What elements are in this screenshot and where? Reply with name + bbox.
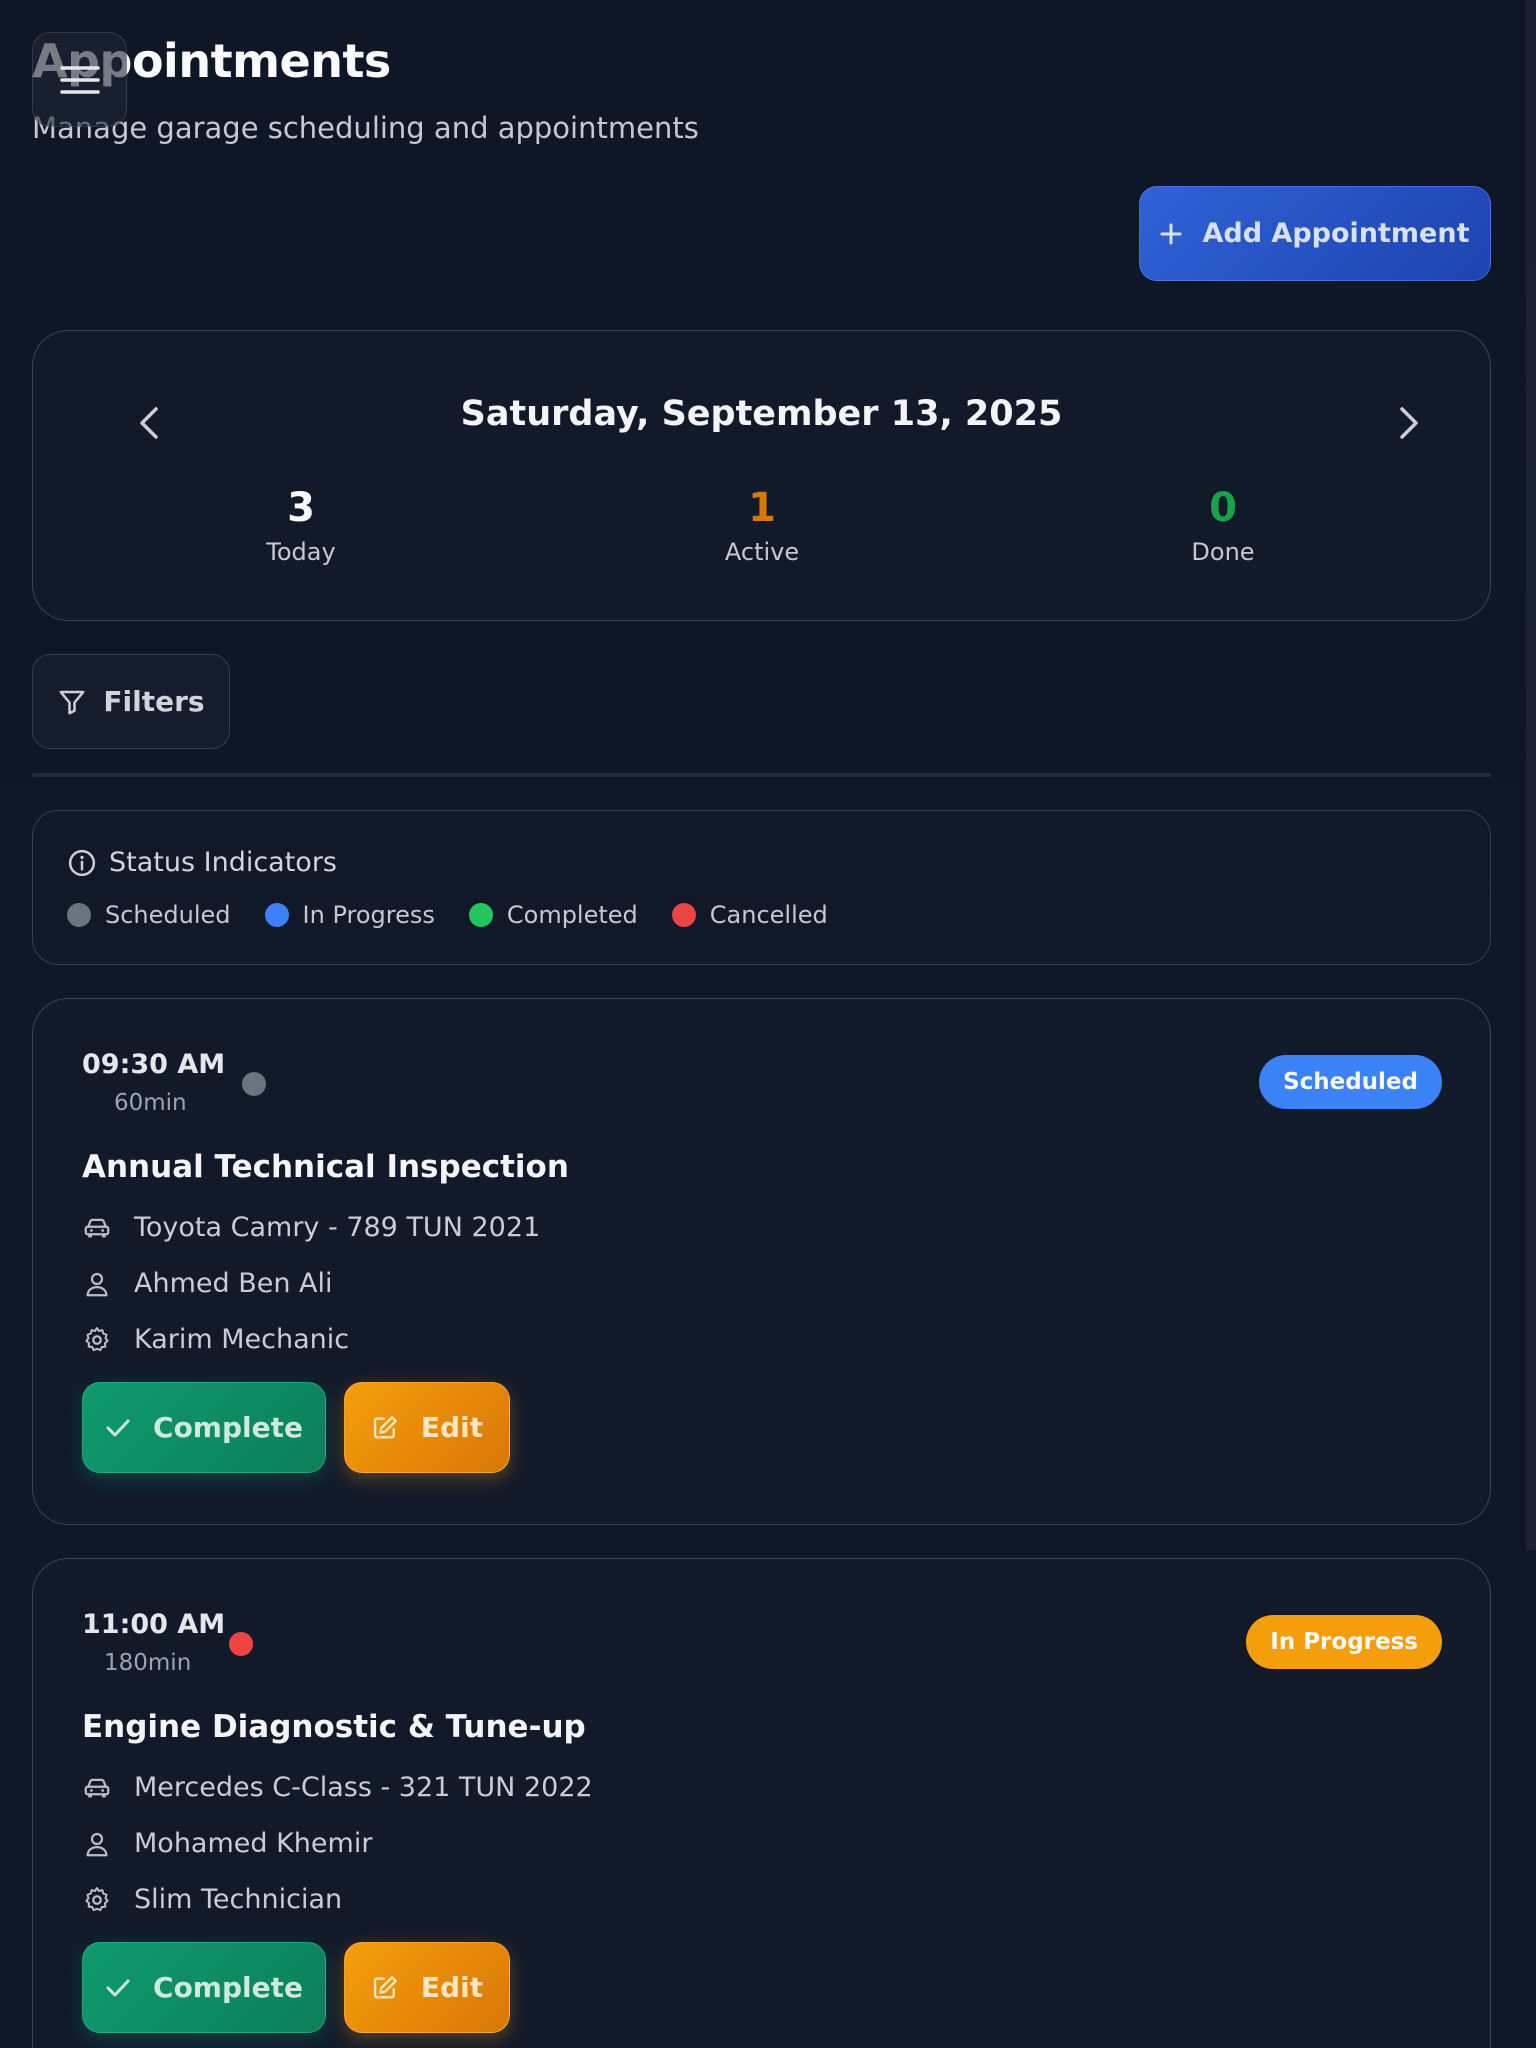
legend-title: Status Indicators [67, 847, 337, 878]
next-day-button[interactable] [1379, 393, 1439, 453]
filter-icon [59, 690, 85, 714]
appointment-time: 11:00 AM [82, 1609, 226, 1640]
edit-label: Edit [420, 1971, 484, 2004]
stat-today-label: Today [266, 538, 336, 566]
user-icon [86, 1272, 108, 1296]
stat-done-value: 0 [1209, 485, 1237, 531]
appointment-duration: 180min [104, 1650, 192, 1676]
legend-item-scheduled: Scheduled [67, 901, 231, 929]
vehicle-row: Mercedes C-Class - 321 TUN 2022 [82, 1772, 593, 1803]
appointments-page: Appointments Manage garage scheduling an… [0, 0, 1536, 2048]
edit-button[interactable]: Edit [344, 1382, 510, 1473]
add-appointment-button[interactable]: Add Appointment [1139, 186, 1491, 281]
status-dot [67, 903, 91, 927]
appointment-card[interactable]: 09:30 AM 60min Scheduled Annual Technica… [32, 998, 1491, 1525]
legend-title-text: Status Indicators [109, 847, 337, 878]
edit-button[interactable]: Edit [344, 1942, 510, 2033]
edit-label: Edit [420, 1411, 484, 1444]
section-divider [32, 773, 1491, 777]
current-date: Saturday, September 13, 2025 [460, 394, 1063, 434]
menu-button[interactable] [32, 32, 127, 127]
page-subtitle: Manage garage scheduling and appointment… [32, 111, 699, 145]
chevron-right-icon [1400, 407, 1418, 439]
legend-item-completed: Completed [468, 901, 638, 929]
mechanic-text: Karim Mechanic [134, 1324, 350, 1355]
stat-active-value: 1 [748, 485, 776, 531]
legend-label: Cancelled [709, 901, 828, 929]
vehicle-text: Mercedes C-Class - 321 TUN 2022 [134, 1772, 593, 1803]
legend-label: Completed [506, 901, 638, 929]
appointment-time: 09:30 AM [82, 1049, 226, 1080]
filters-button[interactable]: Filters [32, 654, 230, 749]
complete-label: Complete [153, 1971, 303, 2004]
car-icon [84, 1218, 110, 1237]
legend-label: Scheduled [105, 901, 231, 929]
status-badge: In Progress [1246, 1615, 1442, 1669]
filters-label: Filters [103, 685, 205, 718]
status-dot [264, 903, 289, 927]
vehicle-row: Toyota Camry - 789 TUN 2021 [82, 1212, 540, 1243]
status-dot [242, 1072, 266, 1096]
customer-row: Ahmed Ben Ali [82, 1268, 333, 1299]
appointment-title: Engine Diagnostic & Tune-up [82, 1709, 586, 1745]
edit-icon [373, 1975, 397, 1998]
status-dot [229, 1632, 253, 1656]
appointment-duration: 60min [114, 1090, 187, 1116]
info-icon [68, 849, 96, 876]
legend-item-cancelled: Cancelled [671, 901, 828, 929]
car-icon [84, 1778, 110, 1797]
stat-done-label: Done [1191, 538, 1255, 566]
edit-icon [373, 1415, 397, 1438]
complete-button[interactable]: Complete [82, 1942, 326, 2033]
mechanic-row: Slim Technician [82, 1884, 342, 1915]
stat-done: 0 Done [1103, 486, 1343, 566]
appointment-card[interactable]: 11:00 AM 180min In Progress Engine Diagn… [32, 1558, 1491, 2048]
legend-item-in-progress: In Progress [264, 901, 435, 929]
stat-today-value: 3 [287, 485, 315, 531]
legend-label: In Progress [302, 901, 435, 929]
gear-icon [85, 1326, 109, 1351]
stat-active-label: Active [724, 538, 800, 566]
hamburger-icon [59, 65, 100, 94]
gear-icon [85, 1886, 109, 1911]
user-icon [86, 1832, 108, 1856]
legend-items: Scheduled In Progress Completed Cancelle… [67, 901, 828, 929]
mechanic-text: Slim Technician [134, 1884, 343, 1915]
customer-row: Mohamed Khemir [82, 1828, 372, 1859]
status-legend: Status Indicators Scheduled In Progress … [32, 810, 1491, 965]
scrollbar[interactable] [1526, 0, 1536, 1550]
complete-label: Complete [153, 1411, 303, 1444]
status-badge: Scheduled [1259, 1055, 1442, 1109]
customer-text: Ahmed Ben Ali [134, 1268, 333, 1299]
date-navigator: Saturday, September 13, 2025 3 Today 1 A… [32, 330, 1491, 621]
customer-text: Mohamed Khemir [134, 1828, 373, 1859]
status-dot [671, 903, 696, 927]
check-icon [106, 1419, 130, 1436]
complete-button[interactable]: Complete [82, 1382, 326, 1473]
stat-today: 3 Today [181, 486, 421, 566]
appointment-title: Annual Technical Inspection [82, 1149, 569, 1185]
add-appointment-label: Add Appointment [1202, 218, 1470, 249]
plus-icon [1160, 223, 1182, 244]
vehicle-text: Toyota Camry - 789 TUN 2021 [134, 1212, 541, 1243]
check-icon [106, 1979, 130, 1996]
mechanic-row: Karim Mechanic [82, 1324, 349, 1355]
stat-active: 1 Active [642, 486, 882, 566]
status-dot [468, 903, 493, 927]
